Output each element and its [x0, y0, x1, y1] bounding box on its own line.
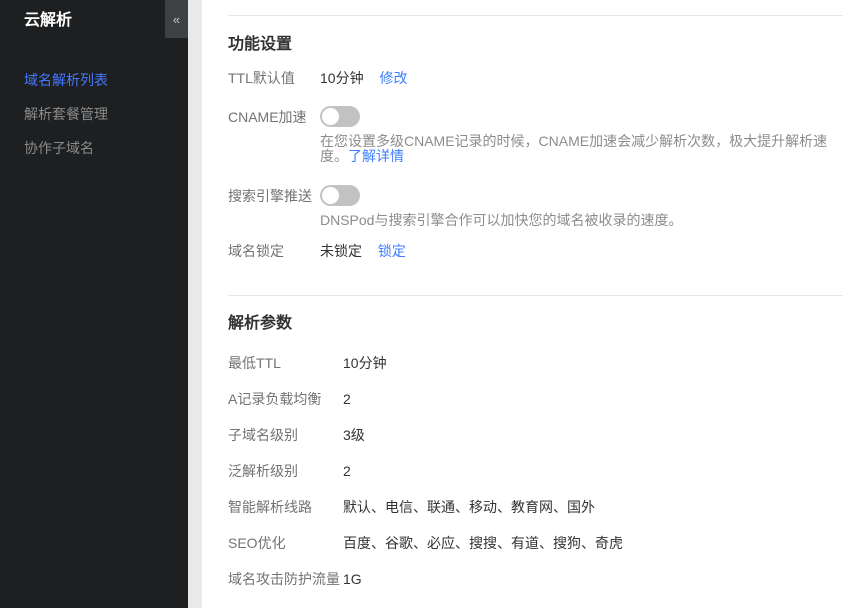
param-label: 泛解析级别 — [228, 463, 298, 479]
param-value: 2 — [343, 391, 351, 407]
toggle-knob — [322, 187, 339, 204]
param-row-smart-lines: 智能解析线路 默认、电信、联通、移动、教育网、国外 — [228, 500, 843, 514]
ttl-value-group: 10分钟 修改 — [320, 71, 407, 85]
ttl-label: TTL默认值 — [228, 70, 295, 86]
setting-row-seo-push: 搜索引擎推送 DNSPod与搜索引擎合作可以加快您的域名被收录的速度。 — [228, 185, 843, 228]
param-row-a-record-lb: A记录负载均衡 2 — [228, 392, 843, 406]
param-label: 域名攻击防护流量 — [228, 571, 340, 587]
section-title-resolution-params: 解析参数 — [228, 315, 293, 332]
setting-row-domain-lock: 域名锁定 未锁定 锁定 — [228, 244, 843, 258]
domain-lock-value-group: 未锁定 锁定 — [320, 244, 406, 258]
param-value: 默认、电信、联通、移动、教育网、国外 — [343, 499, 595, 515]
param-label: 智能解析线路 — [228, 499, 312, 515]
param-row-wildcard-level: 泛解析级别 2 — [228, 464, 843, 478]
setting-row-cname: CNAME加速 在您设置多级CNAME记录的时候，CNAME加速会减少解析次数，… — [228, 106, 843, 164]
sidebar-collapse-button[interactable]: « — [165, 0, 188, 38]
seo-push-toggle[interactable] — [320, 185, 360, 206]
sidebar-item-label: 域名解析列表 — [24, 72, 108, 88]
sidebar: 云解析 « 域名解析列表 解析套餐管理 协作子域名 — [0, 0, 188, 608]
param-value: 百度、谷歌、必应、搜搜、有道、搜狗、奇虎 — [343, 535, 623, 551]
seo-push-description: DNSPod与搜索引擎合作可以加快您的域名被收录的速度。 — [320, 212, 683, 228]
toggle-knob — [322, 108, 339, 125]
seo-push-label: 搜索引擎推送 — [228, 188, 312, 204]
section-divider — [228, 295, 843, 296]
param-label: A记录负载均衡 — [228, 391, 322, 407]
param-value: 2 — [343, 463, 351, 479]
sidebar-header: 云解析 « — [0, 0, 188, 38]
seo-push-value-group: DNSPod与搜索引擎合作可以加快您的域名被收录的速度。 — [320, 185, 682, 228]
cname-label: CNAME加速 — [228, 109, 307, 125]
param-label: SEO优化 — [228, 535, 286, 551]
section-title-feature-settings: 功能设置 — [228, 36, 293, 53]
sidebar-item-plan-management[interactable]: 解析套餐管理 — [0, 97, 188, 131]
setting-row-ttl: TTL默认值 10分钟 修改 — [228, 71, 843, 85]
ttl-value: 10分钟 — [320, 70, 364, 86]
domain-lock-link[interactable]: 锁定 — [378, 243, 406, 259]
param-label: 最低TTL — [228, 355, 281, 371]
cname-learn-more-link[interactable]: 了解详情 — [348, 148, 404, 164]
app-title: 云解析 — [24, 12, 73, 29]
main-content: 功能设置 TTL默认值 10分钟 修改 CNAME加速 在您设置多级CNAME记… — [202, 0, 843, 608]
ttl-edit-link[interactable]: 修改 — [379, 70, 407, 86]
domain-lock-label: 域名锁定 — [228, 243, 284, 259]
sidebar-item-domain-list[interactable]: 域名解析列表 — [0, 63, 188, 97]
sidebar-content-gutter — [188, 0, 202, 608]
param-row-seo-optimization: SEO优化 百度、谷歌、必应、搜搜、有道、搜狗、奇虎 — [228, 536, 843, 550]
collapse-chevrons-icon: « — [172, 11, 181, 27]
param-value: 1G — [343, 571, 362, 587]
param-row-subdomain-level: 子域名级别 3级 — [228, 428, 843, 442]
param-value: 3级 — [343, 427, 365, 443]
sidebar-nav: 域名解析列表 解析套餐管理 协作子域名 — [0, 63, 188, 165]
sidebar-item-label: 协作子域名 — [24, 140, 94, 156]
top-divider — [228, 15, 843, 16]
param-value: 10分钟 — [343, 355, 387, 371]
cname-description: 在您设置多级CNAME记录的时候，CNAME加速会减少解析次数，极大提升解析速度… — [320, 134, 843, 164]
cname-toggle[interactable] — [320, 106, 360, 127]
param-row-attack-protection-traffic: 域名攻击防护流量 1G — [228, 572, 843, 586]
param-row-min-ttl: 最低TTL 10分钟 — [228, 356, 843, 370]
sidebar-item-label: 解析套餐管理 — [24, 106, 108, 122]
sidebar-item-collaborative-subdomain[interactable]: 协作子域名 — [0, 131, 188, 165]
domain-lock-value: 未锁定 — [320, 243, 362, 259]
param-label: 子域名级别 — [228, 427, 298, 443]
cname-value-group: 在您设置多级CNAME记录的时候，CNAME加速会减少解析次数，极大提升解析速度… — [320, 106, 843, 164]
